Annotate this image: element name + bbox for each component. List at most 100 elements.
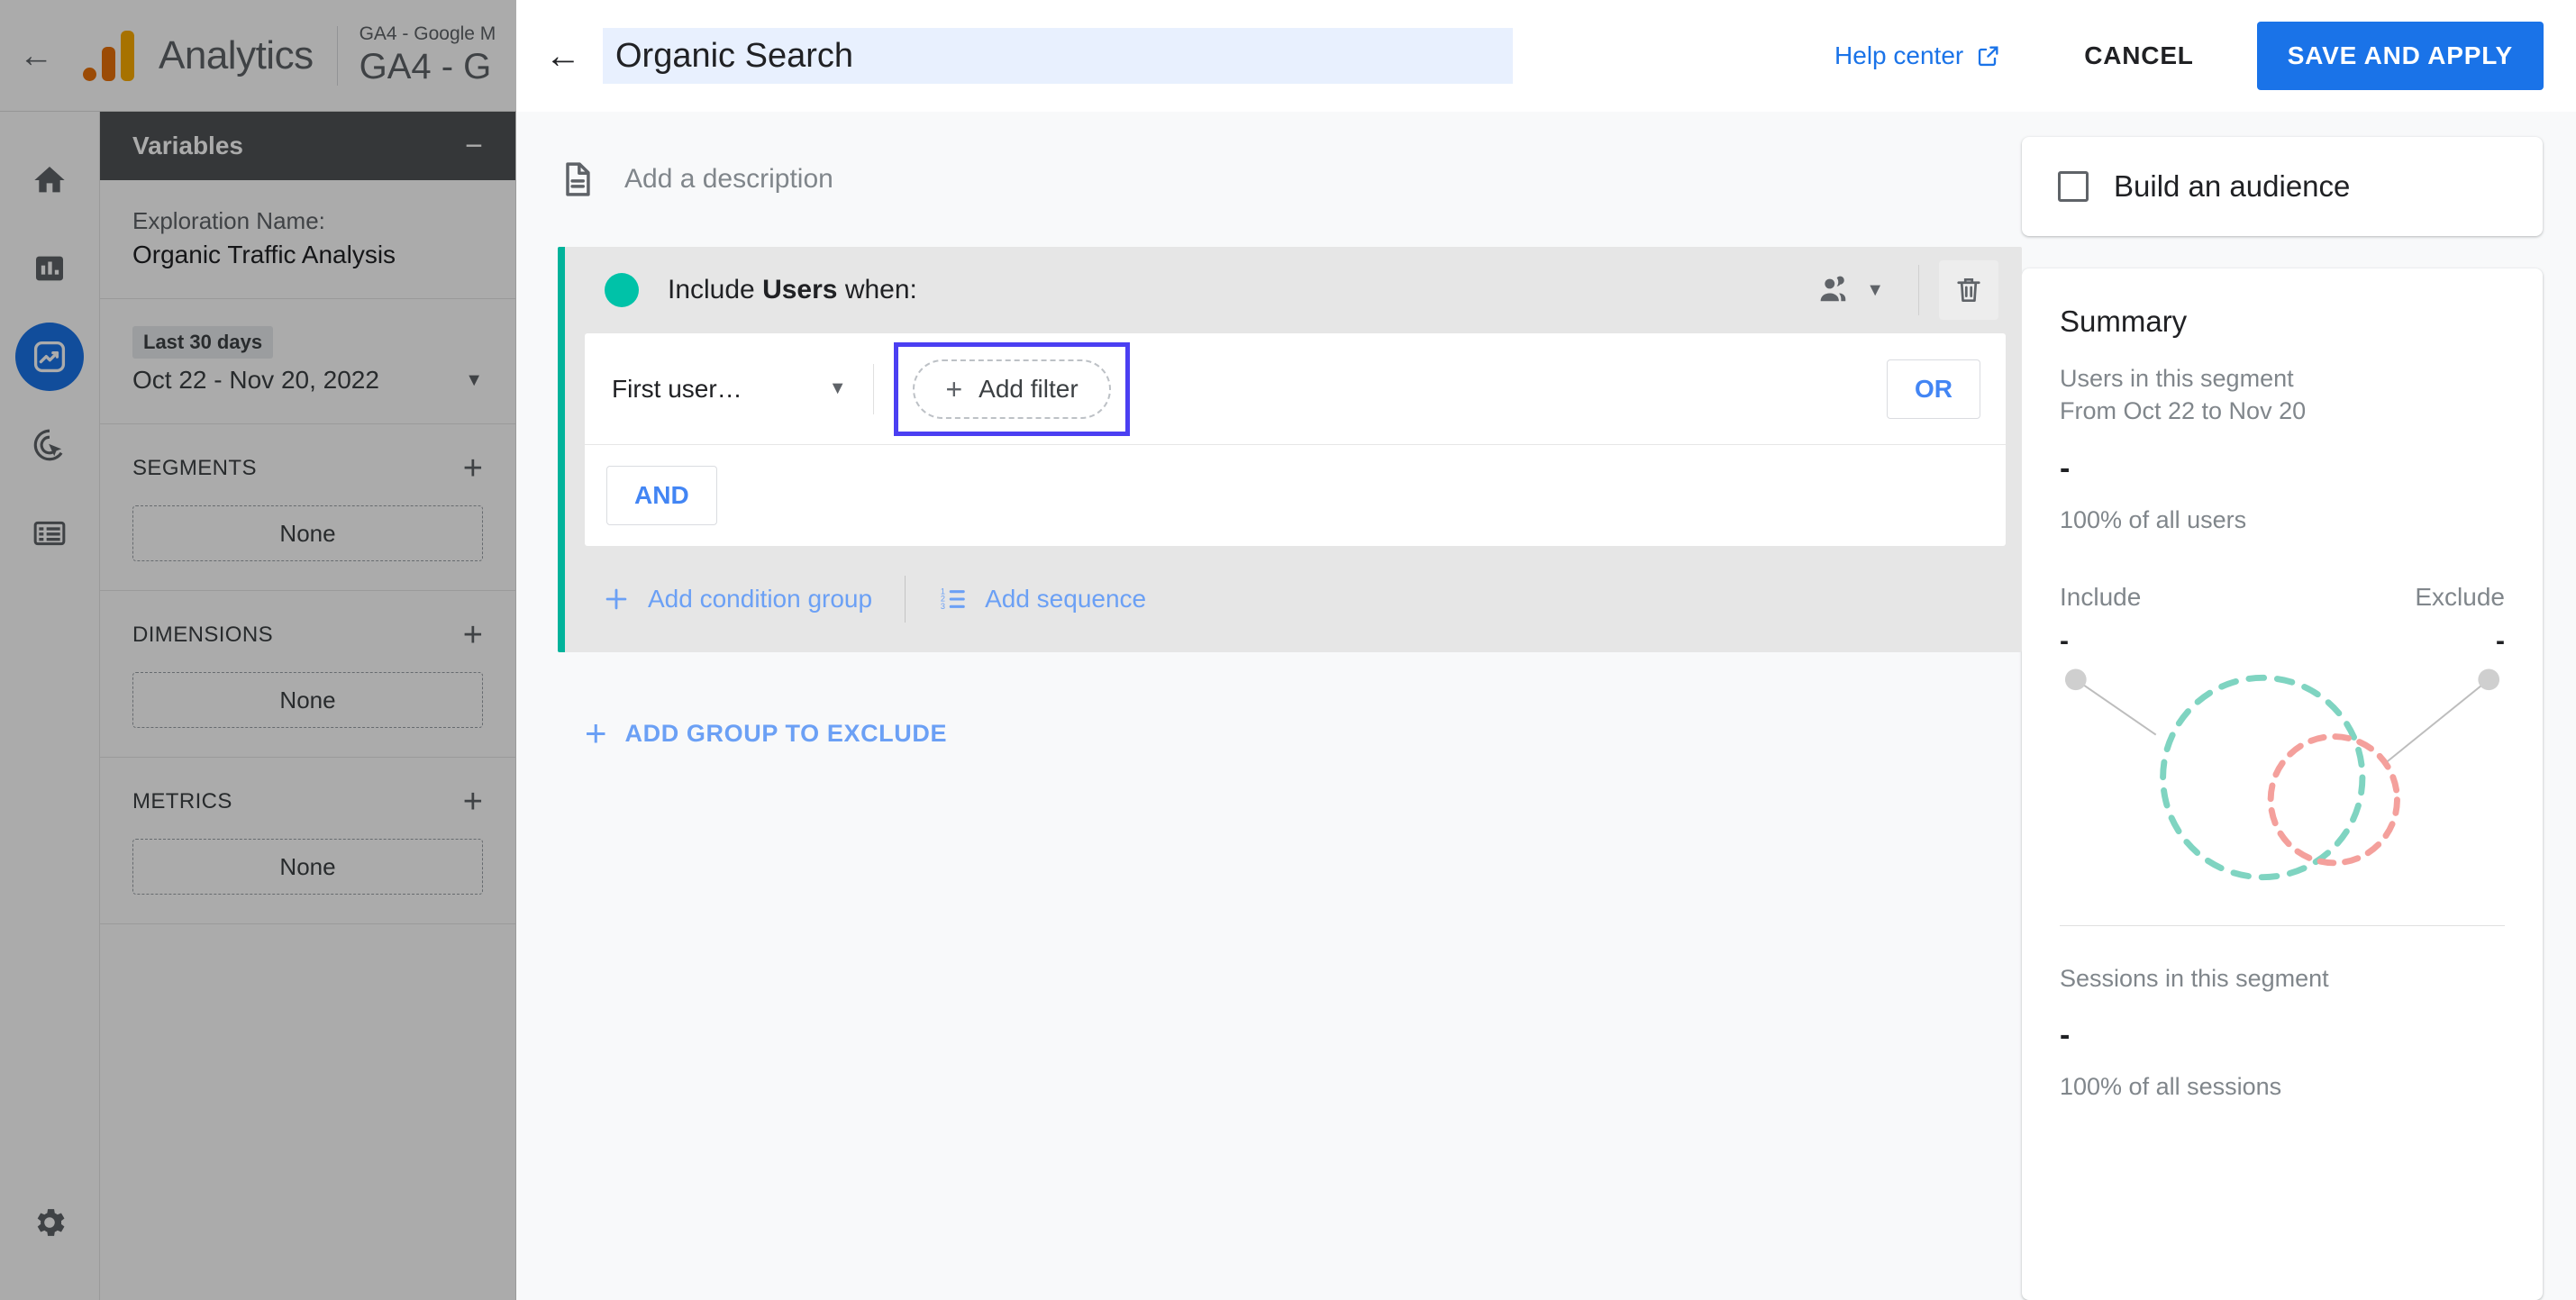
variables-panel: Variables − Exploration Name: Organic Tr…: [100, 112, 516, 1300]
chevron-down-icon[interactable]: ▼: [465, 370, 483, 391]
metrics-empty[interactable]: None: [132, 839, 483, 895]
bar-chart-icon: [36, 256, 63, 281]
date-range-section[interactable]: Last 30 days Oct 22 - Nov 20, 2022 ▼: [100, 299, 515, 424]
summary-sessions-percent: 100% of all sessions: [2060, 1073, 2282, 1101]
summary-sessions-value: -: [2060, 1018, 2071, 1053]
chevron-down-icon: ▼: [828, 378, 847, 398]
venn-labels: Include Exclude: [2060, 583, 2505, 612]
summary-title: Summary: [2060, 305, 2188, 338]
venn-include-label: Include: [2060, 582, 2142, 611]
app-back-arrow-icon[interactable]: ←: [13, 32, 59, 79]
brand-divider: [336, 25, 338, 86]
plus-icon: +: [585, 712, 607, 754]
description-placeholder: Add a description: [624, 164, 833, 194]
add-metric-plus-icon[interactable]: +: [463, 785, 483, 819]
actions-divider: [905, 576, 906, 623]
property-selector[interactable]: GA4 - Google M GA4 - G: [360, 23, 496, 86]
variables-panel-header: Variables −: [100, 112, 515, 180]
and-button[interactable]: AND: [606, 466, 717, 525]
nav-rail: [0, 112, 100, 1300]
sidebar-item-explore[interactable]: [15, 323, 84, 391]
condition-scope-word: Users: [762, 275, 838, 305]
condition-group-actions: Add condition group 1 2 3 Add sequence: [565, 546, 2022, 652]
collapse-panel-icon[interactable]: −: [465, 131, 483, 161]
header-divider: [1918, 265, 1919, 315]
add-filter-label: Add filter: [979, 374, 1079, 403]
add-condition-group-label: Add condition group: [648, 585, 873, 613]
home-icon: [34, 167, 65, 193]
build-audience-label: Build an audience: [2114, 169, 2351, 203]
google-analytics-logo: [83, 30, 139, 81]
modal-back-arrow-icon[interactable]: ←: [536, 29, 590, 83]
metrics-title: METRICS: [132, 789, 232, 814]
segment-builder-body: Add a description Include Users when: ▼ …: [516, 112, 2576, 1300]
sidebar-item-reports[interactable]: [15, 234, 84, 303]
add-dimension-plus-icon[interactable]: +: [463, 618, 483, 652]
save-and-apply-button[interactable]: SAVE AND APPLY: [2256, 22, 2544, 90]
description-icon: [566, 162, 590, 196]
property-account-name: GA4 - Google M: [359, 23, 496, 45]
cancel-button[interactable]: CANCEL: [2061, 25, 2216, 86]
venn-values: - -: [2060, 626, 2505, 657]
sidebar-item-advertising[interactable]: [15, 411, 84, 479]
add-filter-button[interactable]: + Add filter: [913, 359, 1111, 419]
people-icon: [1820, 276, 1846, 302]
plus-icon: [605, 588, 627, 610]
condition-suffix: when:: [837, 275, 917, 305]
dimensions-title: DIMENSIONS: [132, 623, 274, 647]
segments-section: SEGMENTS + None: [100, 424, 515, 591]
dimensions-empty[interactable]: None: [132, 672, 483, 728]
exploration-name-section[interactable]: Exploration Name: Organic Traffic Analys…: [100, 180, 515, 299]
target-cursor-icon: [33, 429, 63, 461]
summary-users-percent: 100% of all users: [2060, 505, 2247, 533]
condition-scope-dot-icon: [605, 273, 639, 307]
help-center-label: Help center: [1834, 41, 1964, 69]
filter-divider: [873, 363, 875, 414]
add-condition-group-button[interactable]: Add condition group: [601, 584, 872, 614]
venn-exclude-value: -: [2496, 625, 2505, 656]
exploration-name-label: Exploration Name:: [132, 207, 325, 234]
add-sequence-button[interactable]: 1 2 3 Add sequence: [938, 584, 1146, 614]
open-in-new-icon: [1979, 46, 1998, 67]
exploration-name-value: Organic Traffic Analysis: [132, 241, 396, 268]
numbered-list-icon: 1 2 3: [941, 586, 965, 611]
delete-condition-group-button[interactable]: [1939, 260, 1998, 320]
add-group-to-exclude-button[interactable]: + ADD GROUP TO EXCLUDE: [558, 686, 2022, 780]
dimensions-section: DIMENSIONS + None: [100, 591, 515, 758]
or-button[interactable]: OR: [1887, 359, 1980, 419]
app-top-bar: ← Analytics GA4 - Google M GA4 - G: [0, 0, 516, 112]
plus-icon: +: [945, 372, 963, 405]
segment-name-input[interactable]: [603, 28, 1513, 84]
add-sequence-label: Add sequence: [985, 585, 1147, 613]
build-audience-card[interactable]: Build an audience: [2022, 137, 2543, 236]
metrics-section: METRICS + None: [100, 758, 515, 924]
segment-builder-header: ← Help center CANCEL SAVE AND APPLY: [516, 0, 2576, 112]
dimension-select-label: First user…: [612, 374, 742, 403]
venn-include-value: -: [2060, 625, 2069, 656]
date-range-text: Oct 22 - Nov 20, 2022: [132, 366, 379, 394]
add-segment-plus-icon[interactable]: +: [463, 451, 483, 486]
segments-empty[interactable]: None: [132, 505, 483, 561]
sidebar-item-settings[interactable]: [15, 1188, 84, 1257]
date-range-chip: Last 30 days: [132, 326, 274, 359]
dimension-select[interactable]: First user… ▼: [606, 375, 851, 404]
brand-name: Analytics: [159, 32, 314, 77]
help-center-link[interactable]: Help center: [1834, 41, 2001, 70]
condition-and-row: AND: [585, 445, 2006, 546]
condition-filter-row: First user… ▼ + Add filter OR: [585, 333, 2006, 445]
summary-users-label: Users in this segment From Oct 22 to Nov…: [2060, 362, 2505, 428]
sidebar-item-home[interactable]: [15, 146, 84, 214]
add-group-to-exclude-label: ADD GROUP TO EXCLUDE: [624, 719, 948, 747]
summary-users-value: -: [2060, 450, 2071, 486]
scope-selector-button[interactable]: ▼: [1801, 260, 1898, 320]
include-condition-group: Include Users when: ▼ First user… ▼ + Ad…: [558, 247, 2022, 652]
checkbox-unchecked-icon[interactable]: [2058, 171, 2089, 202]
venn-diagram: [2060, 660, 2505, 895]
summary-sessions-label: Sessions in this segment: [2060, 964, 2329, 992]
segment-builder-modal: ← Help center CANCEL SAVE AND APPLY: [516, 0, 2576, 1300]
sidebar-item-configure[interactable]: [15, 499, 84, 568]
condition-prefix: Include: [668, 275, 763, 305]
description-row[interactable]: Add a description: [558, 144, 2022, 214]
venn-diagram-svg: [2064, 668, 2500, 880]
condition-group-header: Include Users when: ▼: [565, 247, 2022, 333]
